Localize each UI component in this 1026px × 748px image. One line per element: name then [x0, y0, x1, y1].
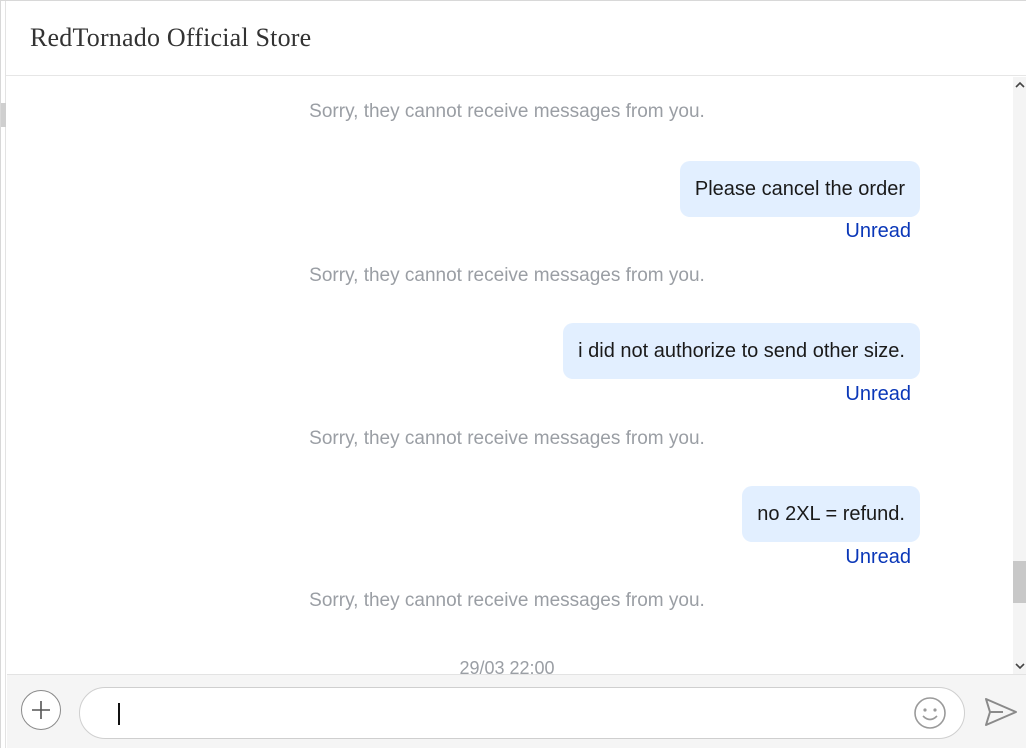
text-caret	[118, 703, 120, 725]
chevron-up-icon[interactable]	[1014, 79, 1026, 91]
composer-bar	[7, 674, 1026, 748]
sent-message-bubble[interactable]: i did not authorize to send other size.	[563, 323, 920, 379]
sent-message-bubble[interactable]: no 2XL = refund.	[742, 486, 920, 542]
system-notice: Sorry, they cannot receive messages from…	[309, 265, 705, 286]
chat-header: RedTornado Official Store	[6, 1, 1026, 76]
read-status: Unread	[845, 383, 911, 405]
read-status: Unread	[845, 546, 911, 568]
scrollbar-thumb[interactable]	[1013, 561, 1026, 603]
system-notice: Sorry, they cannot receive messages from…	[309, 101, 705, 122]
send-arrow-icon	[985, 698, 1017, 726]
smiley-icon	[914, 697, 946, 729]
message-scrollbar[interactable]	[1013, 77, 1026, 674]
message-timestamp: 29/03 22:00	[459, 658, 555, 674]
send-button[interactable]	[983, 695, 1019, 729]
chevron-down-icon[interactable]	[1014, 660, 1026, 672]
left-panel-edge	[1, 1, 6, 748]
plus-icon	[32, 701, 50, 719]
chat-window: RedTornado Official Store Sorry, they ca…	[0, 0, 1026, 748]
sent-message-bubble[interactable]: Please cancel the order	[679, 161, 920, 217]
system-notice: Sorry, they cannot receive messages from…	[309, 428, 705, 449]
message-input[interactable]	[79, 687, 965, 739]
read-status: Unread	[845, 220, 911, 242]
emoji-button[interactable]	[913, 696, 947, 730]
left-panel-scroll-mark	[1, 103, 6, 127]
attach-button[interactable]	[21, 690, 61, 730]
message-list[interactable]: Sorry, they cannot receive messages from…	[7, 77, 1013, 674]
store-title: RedTornado Official Store	[30, 23, 312, 52]
system-notice: Sorry, they cannot receive messages from…	[309, 590, 705, 611]
